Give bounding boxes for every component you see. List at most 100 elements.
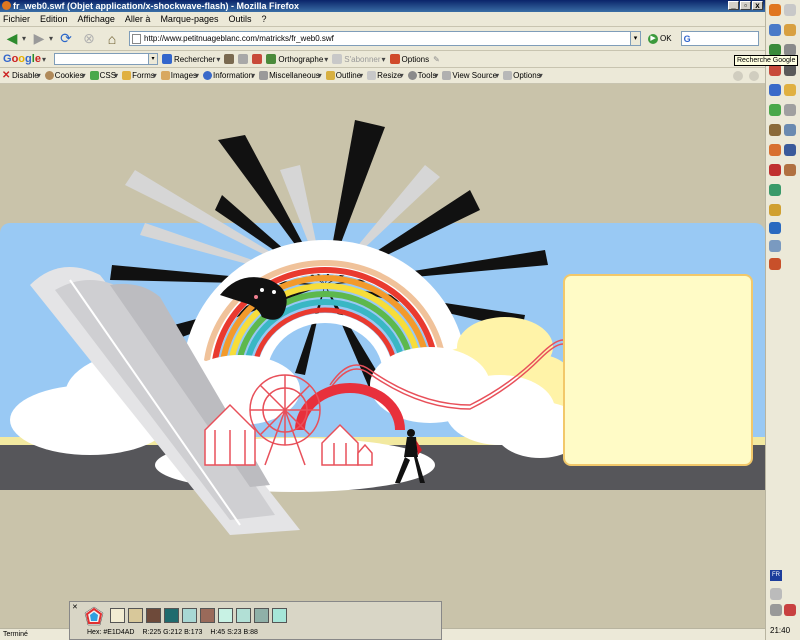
dev-outline-menu[interactable]: Outline ▾ — [325, 71, 363, 80]
popup-blocker-button[interactable] — [252, 54, 263, 64]
hsb-value: H:45 S:23 B:88 — [210, 629, 258, 636]
google-search-dropdown[interactable]: ▾ — [148, 53, 158, 65]
google-search-tooltip: Recherche Google — [734, 55, 799, 66]
page-rank-button[interactable] — [224, 54, 235, 64]
app-icon-13[interactable] — [769, 144, 781, 156]
app-icon-21[interactable] — [769, 258, 781, 270]
color-swatch-9[interactable] — [254, 608, 269, 623]
forward-dropdown-icon[interactable]: ▾ — [49, 34, 53, 43]
taskbar-sidebar: FR 21:40 — [765, 0, 800, 640]
google-logo[interactable]: Google — [3, 53, 41, 65]
address-bar[interactable]: ▾ — [129, 31, 642, 46]
pencil-button[interactable]: ✎ — [433, 55, 440, 64]
close-button[interactable]: x — [752, 1, 763, 10]
app-icon-11[interactable] — [769, 124, 781, 136]
menu-affichage[interactable]: Affichage — [77, 14, 116, 24]
maximize-button[interactable]: ▫ — [740, 1, 751, 10]
color-values: Hex: #E1D4AD R:225 G:212 B:173 H:45 S:23… — [87, 629, 258, 636]
spellcheck-dropdown[interactable]: ▾ — [324, 55, 328, 64]
tray-icon-1[interactable] — [770, 604, 782, 616]
color-swatch-6[interactable] — [200, 608, 215, 623]
google-options-button[interactable]: Options — [389, 54, 429, 64]
color-swatch-2[interactable] — [128, 608, 143, 623]
dev-resize-menu[interactable]: Resize ▾ — [367, 71, 404, 80]
flash-content[interactable] — [0, 85, 765, 628]
color-swatch-5[interactable] — [182, 608, 197, 623]
info-status-icon[interactable] — [749, 70, 759, 81]
app-icon-8[interactable] — [784, 84, 796, 96]
spellcheck-button[interactable]: Orthographe — [266, 54, 323, 64]
app-icon-19[interactable] — [769, 222, 781, 234]
app-icon-1[interactable] — [769, 24, 781, 36]
menu-fichier[interactable]: Fichier — [2, 14, 31, 24]
color-swatch-1[interactable] — [110, 608, 125, 623]
dev-images-menu[interactable]: Images ▾ — [160, 71, 199, 80]
app-icon-20[interactable] — [769, 240, 781, 252]
google-search-options-dropdown[interactable]: ▾ — [216, 55, 220, 64]
app-icon-15[interactable] — [769, 164, 781, 176]
close-icon[interactable]: ✕ — [72, 603, 78, 611]
window-title: fr_web0.swf (Objet application/x-shockwa… — [13, 1, 300, 11]
color-swatch-10[interactable] — [272, 608, 287, 623]
status-text: Terminé — [3, 631, 28, 638]
menu-aller-a[interactable]: Aller à — [124, 14, 152, 24]
menu-outils[interactable]: Outils — [227, 14, 252, 24]
app-icon-18[interactable] — [769, 204, 781, 216]
search-box[interactable]: G — [680, 31, 759, 46]
app-icon-12[interactable] — [784, 124, 796, 136]
back-dropdown-icon[interactable]: ▾ — [22, 34, 26, 43]
menu-help[interactable]: ? — [261, 14, 268, 24]
highlight-button[interactable] — [238, 54, 249, 64]
color-swatch-7[interactable] — [218, 608, 233, 623]
dev-options-menu[interactable]: Options ▾ — [503, 71, 543, 80]
google-menu-dropdown[interactable]: ▾ — [42, 55, 46, 64]
app-icon-17[interactable] — [769, 184, 781, 196]
menu-bar: Fichier Edition Affichage Aller à Marque… — [0, 12, 765, 27]
forward-button[interactable]: ▶ — [29, 29, 49, 49]
dev-css-menu[interactable]: CSS ▾ — [89, 71, 118, 80]
back-button[interactable]: ◀ — [2, 29, 22, 49]
dev-resize-label: Resize — [377, 71, 402, 80]
resize-icon — [367, 71, 377, 80]
app-icon-10[interactable] — [784, 104, 796, 116]
google-search-input[interactable] — [53, 53, 149, 65]
subscribe-button[interactable]: S'abonner — [332, 54, 381, 64]
dev-view-source-menu[interactable]: View Source ▾ — [442, 71, 499, 80]
color-swatch-4[interactable] — [164, 608, 179, 623]
color-swatch-3[interactable] — [146, 608, 161, 623]
home-button[interactable]: ⌂ — [102, 29, 122, 49]
dev-tools-menu[interactable]: Tools ▾ — [407, 71, 438, 80]
web-developer-toolbar: ✕ Disable ▾ Cookies ▾ CSS ▾ Forms ▾ Images ▾ I… — [0, 68, 765, 84]
subscribe-dropdown[interactable]: ▾ — [382, 55, 386, 64]
tray-icon-2[interactable] — [784, 604, 796, 616]
dev-information-menu[interactable]: Information ▾ — [203, 71, 255, 80]
home-icon: ⌂ — [107, 30, 117, 47]
url-history-dropdown[interactable]: ▾ — [630, 32, 641, 45]
color-wheel-icon[interactable] — [83, 606, 105, 628]
dev-cookies-menu[interactable]: Cookies ▾ — [44, 71, 86, 80]
color-picker-panel[interactable]: ✕ Hex: #E1D4AD R:225 G:212 B:173 H:45 S:… — [69, 601, 442, 640]
firefox-taskbar-icon[interactable] — [769, 4, 781, 16]
help-icon[interactable] — [770, 588, 782, 600]
menu-marque-pages[interactable]: Marque-pages — [159, 14, 219, 24]
go-button[interactable]: ▶ OK — [648, 33, 672, 44]
dev-disable-menu[interactable]: ✕ Disable ▾ — [2, 71, 41, 81]
google-search-button[interactable]: Rechercher — [161, 54, 215, 64]
menu-edition[interactable]: Edition — [39, 14, 69, 24]
app-icon-9[interactable] — [769, 104, 781, 116]
app-icon-16[interactable] — [784, 164, 796, 176]
dev-options-icon — [503, 71, 513, 80]
url-input[interactable] — [144, 34, 631, 43]
color-swatch-8[interactable] — [236, 608, 251, 623]
language-indicator[interactable]: FR — [770, 570, 782, 581]
app-icon-2[interactable] — [784, 24, 796, 36]
minimize-button[interactable]: _ — [728, 1, 739, 10]
dev-miscellaneous-menu[interactable]: Miscellaneous ▾ — [259, 71, 322, 80]
app-icon-7[interactable] — [769, 84, 781, 96]
window-close-icon[interactable] — [784, 4, 796, 16]
validation-status-icon[interactable] — [733, 70, 743, 81]
app-icon-14[interactable] — [784, 144, 796, 156]
dev-forms-menu[interactable]: Forms ▾ — [122, 71, 157, 80]
stop-button[interactable]: ⊗ — [79, 29, 99, 49]
reload-button[interactable]: ⟳ — [56, 29, 76, 49]
